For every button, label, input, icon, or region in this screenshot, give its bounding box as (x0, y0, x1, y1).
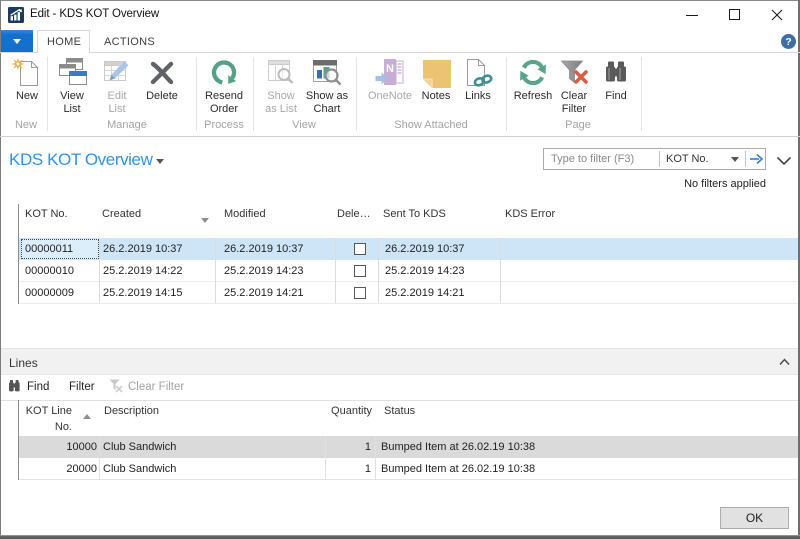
svg-text:N: N (386, 63, 394, 75)
svg-text:?: ? (785, 36, 791, 48)
